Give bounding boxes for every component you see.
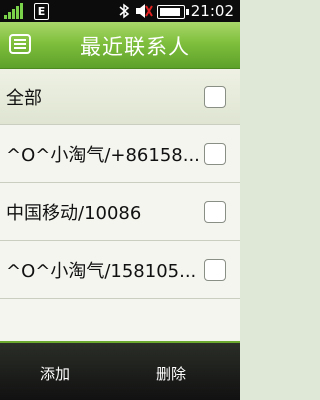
list-item[interactable]: ^O^小淘气/+86158... xyxy=(0,125,240,183)
title-bar: 最近联系人 xyxy=(0,22,240,69)
bluetooth-icon xyxy=(118,3,130,19)
mute-icon xyxy=(135,3,153,19)
contact-checkbox[interactable] xyxy=(204,258,226,281)
edge-network-icon: E xyxy=(34,3,49,20)
contact-label: 中国移动/10086 xyxy=(6,202,142,224)
delete-button[interactable]: 删除 xyxy=(156,363,186,384)
signal-strength-icon xyxy=(4,3,24,19)
select-all-checkbox[interactable] xyxy=(204,85,226,108)
battery-icon xyxy=(157,5,189,19)
contact-checkbox[interactable] xyxy=(204,200,226,223)
menu-icon[interactable] xyxy=(9,34,31,54)
softkey-bar: 添加 删除 xyxy=(0,341,240,400)
select-all-label: 全部 xyxy=(6,87,42,109)
add-button[interactable]: 添加 xyxy=(40,363,70,384)
list-item[interactable]: 中国移动/10086 xyxy=(0,183,240,241)
page-title: 最近联系人 xyxy=(80,35,190,59)
contact-label: ^O^小淘气/158105... xyxy=(6,260,197,282)
list-item[interactable]: ^O^小淘气/158105... xyxy=(0,241,240,299)
status-time: 21:02 xyxy=(190,2,234,20)
select-all-row[interactable]: 全部 xyxy=(0,69,240,125)
contact-list: 全部 ^O^小淘气/+86158... 中国移动/10086 ^O^小淘气/15… xyxy=(0,69,240,341)
contact-label: ^O^小淘气/+86158... xyxy=(6,144,198,166)
status-bar: E 21:02 xyxy=(0,0,240,22)
contact-checkbox[interactable] xyxy=(204,142,226,165)
